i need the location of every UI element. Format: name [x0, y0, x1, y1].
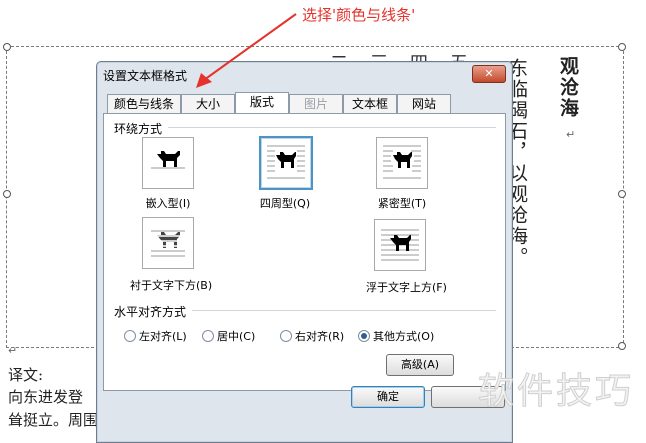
paragraph-mark-icon: ↵: [566, 128, 576, 141]
align-right-radio[interactable]: 右对齐(R): [280, 328, 344, 344]
align-other-radio[interactable]: 其他方式(O): [358, 328, 434, 344]
align-other-label: 其他方式(O): [373, 330, 435, 343]
align-center-label: 居中(C): [217, 330, 256, 343]
resize-handle-right[interactable]: [618, 190, 626, 198]
wrap-front-icon: [381, 229, 419, 261]
wrap-behind-label: 衬于文字下方(B): [130, 279, 213, 292]
wrap-inline-label: 嵌入型(I): [145, 197, 191, 210]
wrap-square-option[interactable]: [259, 136, 313, 190]
align-group-label: 水平对齐方式: [114, 305, 187, 319]
radio-dot-selected: [358, 330, 370, 342]
radio-dot: [124, 330, 136, 342]
wrap-inline-icon: [151, 151, 185, 169]
resize-handle-left[interactable]: [3, 190, 11, 198]
wrap-tight-icon: [383, 145, 421, 179]
align-right-label: 右对齐(R): [295, 330, 345, 343]
paragraph-mark-icon: ↵: [8, 344, 18, 357]
wrap-square-label: 四周型(Q): [259, 197, 311, 210]
document-line: 译文:: [8, 366, 44, 384]
layout-panel: 环绕方式 嵌入型(I) 四周型(Q) 紧密型(T) 衬于文字下方(B) 浮于文字…: [103, 113, 506, 391]
radio-dot: [202, 330, 214, 342]
watermark-text: 软件技巧: [477, 371, 635, 413]
wrap-inline-option[interactable]: [142, 137, 194, 189]
wrap-behind-option[interactable]: [142, 217, 194, 269]
annotation-text: 选择'颜色与线条': [302, 6, 416, 24]
align-left-radio[interactable]: 左对齐(L): [124, 328, 187, 344]
wrap-tight-label: 紧密型(T): [377, 197, 427, 210]
wrap-square-icon: [267, 145, 305, 179]
document-line: 向东进发登: [8, 388, 84, 406]
radio-dot: [280, 330, 292, 342]
ok-button[interactable]: 确定: [351, 386, 425, 408]
group-separator: [168, 127, 496, 128]
align-center-radio[interactable]: 居中(C): [202, 328, 255, 344]
wrap-tight-option[interactable]: [376, 137, 428, 189]
wrap-group-label: 环绕方式: [114, 122, 163, 136]
wrap-front-label: 浮于文字上方(F): [366, 281, 447, 294]
group-separator: [192, 310, 496, 311]
wrap-behind-icon: [151, 230, 185, 257]
advanced-button[interactable]: 高级(A): [386, 354, 454, 376]
wrap-front-option[interactable]: [374, 219, 426, 271]
align-left-label: 左对齐(L): [139, 330, 187, 343]
resize-handle-bottom-right[interactable]: [618, 342, 626, 350]
